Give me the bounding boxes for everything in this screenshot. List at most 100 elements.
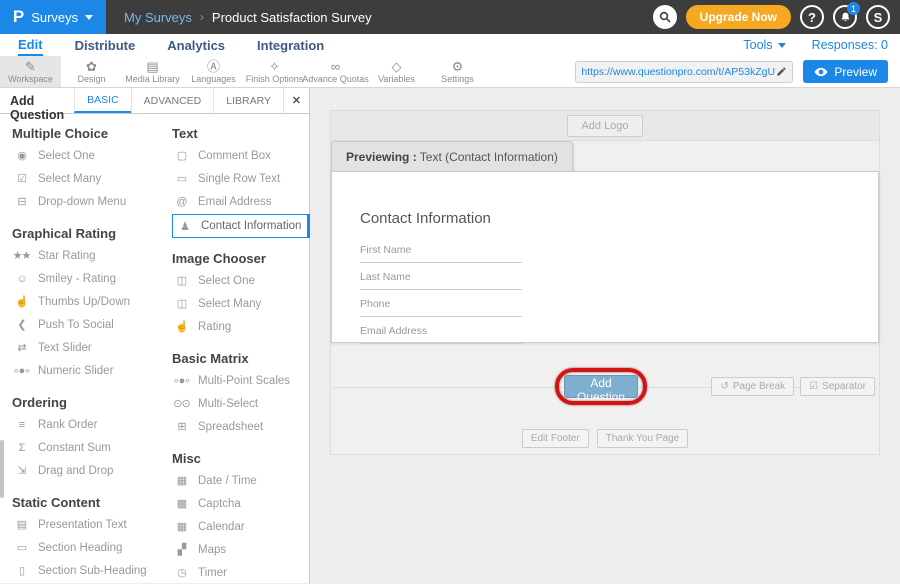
tab-basic[interactable]: BASIC [74, 88, 131, 113]
separator-button[interactable]: ☑ Separator [800, 377, 875, 396]
page-title: Product Satisfaction Survey [212, 10, 372, 25]
toolbar-advance-quotas[interactable]: ∞ Advance Quotas [305, 56, 366, 87]
question-type-email-address[interactable]: @ Email Address [172, 190, 310, 213]
account-button[interactable]: S [866, 5, 890, 29]
add-question-button[interactable]: Add Question [564, 375, 638, 398]
comment-box-icon: ▢ [172, 149, 191, 162]
previewing-tab: Previewing : Text (Contact Information) [331, 141, 573, 171]
question-type-single-row-text[interactable]: ▭ Single Row Text [172, 167, 310, 190]
thank-you-page-button[interactable]: Thank You Page [597, 429, 688, 448]
toolbar-variables[interactable]: ◇ Variables [366, 56, 427, 87]
chevron-down-icon [85, 15, 93, 20]
edit-toolbar: ✎ Workspace ✿ Design ▤ Media Library Ⓐ L… [0, 56, 900, 88]
tab-advanced[interactable]: ADVANCED [131, 88, 214, 113]
question-type-section-sub-heading[interactable]: ▯ Section Sub-Heading [12, 559, 160, 582]
question-type-numeric-slider[interactable]: ∘●∘ Numeric Slider [12, 359, 160, 382]
last-name-field[interactable]: Last Name [360, 267, 522, 290]
question-type-thumbs-up-down[interactable]: ☝ Thumbs Up/Down [12, 290, 160, 313]
question-type-contact-information[interactable]: ♟ Contact Information + [172, 214, 308, 238]
question-preview-card: Contact Information First Name Last Name… [331, 171, 879, 343]
app-menu[interactable]: P Surveys [0, 0, 106, 34]
question-type-text-slider[interactable]: ⇄ Text Slider [12, 336, 160, 359]
tab-analytics[interactable]: Analytics [167, 36, 225, 55]
wand-icon: ✧ [269, 60, 280, 73]
captcha-icon: ▩ [172, 497, 191, 510]
question-type-timer[interactable]: ◷ Timer [172, 561, 310, 584]
section-text: Text ▢ Comment Box ▭ Single Row Text @ E… [172, 126, 310, 238]
toolbar-languages[interactable]: Ⓐ Languages [183, 56, 244, 87]
chain-links-icon: ∞ [331, 60, 340, 73]
ordered-list-icon: ≡ [12, 419, 31, 431]
tab-integration[interactable]: Integration [257, 36, 324, 55]
question-type-date-time[interactable]: ▦ Date / Time [172, 469, 310, 492]
phone-field[interactable]: Phone [360, 294, 522, 317]
toolbar-media-library[interactable]: ▤ Media Library [122, 56, 183, 87]
question-type-calendar[interactable]: ▦ Calendar [172, 515, 310, 538]
separator-icon: ☑ [809, 381, 818, 392]
survey-nav: Edit Distribute Analytics Integration To… [0, 34, 900, 56]
upgrade-now-button[interactable]: Upgrade Now [686, 5, 791, 29]
question-type-select-many[interactable]: ☑ Select Many [12, 167, 160, 190]
section-image-chooser: Image Chooser ◫ Select One ◫ Select Many… [172, 251, 310, 338]
search-icon [659, 11, 671, 23]
question-type-dropdown-menu[interactable]: ⊟ Drop-down Menu [12, 190, 160, 213]
tools-dropdown[interactable]: Tools [743, 38, 785, 52]
section-graphical-rating: Graphical Rating ★★ Star Rating ☺ Smiley… [12, 226, 160, 382]
pencil-icon[interactable] [776, 66, 787, 77]
edit-footer-button[interactable]: Edit Footer [522, 429, 589, 448]
question-type-captcha[interactable]: ▩ Captcha [172, 492, 310, 515]
section-basic-matrix: Basic Matrix ∘●∘ Multi-Point Scales ⊙⊙ M… [172, 351, 310, 438]
responses-count[interactable]: Responses: 0 [812, 38, 888, 52]
question-type-multi-select[interactable]: ⊙⊙ Multi-Select [172, 392, 310, 415]
topbar: P Surveys My Surveys › Product Satisfact… [0, 0, 900, 34]
preview-button[interactable]: Preview [803, 60, 888, 83]
at-sign-icon: @ [172, 196, 191, 208]
first-name-field[interactable]: First Name [360, 240, 522, 263]
smiley-icon: ☺ [12, 273, 31, 285]
question-type-smiley-rating[interactable]: ☺ Smiley - Rating [12, 267, 160, 290]
subheading-icon: ▯ [12, 564, 31, 577]
survey-url-field[interactable] [575, 61, 793, 83]
question-type-image-rating[interactable]: ☝ Rating [172, 315, 310, 338]
panel-scrollbar[interactable] [0, 440, 4, 498]
toolbar-workspace[interactable]: ✎ Workspace [0, 56, 61, 87]
toolbar-design[interactable]: ✿ Design [61, 56, 122, 87]
text-block-icon: ▤ [12, 518, 31, 531]
question-type-star-rating[interactable]: ★★ Star Rating [12, 244, 160, 267]
workspace-icon: ✎ [25, 60, 36, 73]
question-type-multi-point-scales[interactable]: ∘●∘ Multi-Point Scales [172, 369, 310, 392]
question-type-comment-box[interactable]: ▢ Comment Box [172, 144, 310, 167]
toolbar-finish-options[interactable]: ✧ Finish Options [244, 56, 305, 87]
question-type-spreadsheet[interactable]: ⊞ Spreadsheet [172, 415, 310, 438]
tab-library[interactable]: LIBRARY [213, 88, 283, 113]
question-type-drag-and-drop[interactable]: ⇲ Drag and Drop [12, 459, 160, 482]
tab-distribute[interactable]: Distribute [75, 36, 136, 55]
question-type-select-one[interactable]: ◉ Select One [12, 144, 160, 167]
notifications-button[interactable]: 1 [833, 5, 857, 29]
survey-url-input[interactable] [581, 66, 776, 78]
scale-dots-icon: ∘●∘ [172, 374, 191, 387]
question-type-maps[interactable]: ▞ Maps [172, 538, 310, 561]
question-type-image-select-one[interactable]: ◫ Select One [172, 269, 310, 292]
breadcrumb-my-surveys[interactable]: My Surveys [124, 10, 192, 25]
tag-icon: ◇ [392, 60, 402, 73]
logo-band: Add Logo [331, 111, 879, 141]
question-type-push-to-social[interactable]: ❮ Push To Social [12, 313, 160, 336]
question-type-section-heading[interactable]: ▭ Section Heading [12, 536, 160, 559]
question-mark-icon: ? [808, 10, 816, 25]
multi-select-icon: ⊙⊙ [172, 397, 191, 410]
question-type-rank-order[interactable]: ≡ Rank Order [12, 413, 160, 436]
question-type-image-select-many[interactable]: ◫ Select Many [172, 292, 310, 315]
section-multiple-choice: Multiple Choice ◉ Select One ☑ Select Ma… [12, 126, 160, 213]
add-logo-button[interactable]: Add Logo [567, 115, 642, 137]
search-button[interactable] [653, 5, 677, 29]
question-type-presentation-text[interactable]: ▤ Presentation Text [12, 513, 160, 536]
toolbar-settings[interactable]: ⚙ Settings [427, 56, 488, 87]
page-break-button[interactable]: ↺ Page Break [711, 377, 794, 396]
tab-edit[interactable]: Edit [18, 35, 43, 56]
question-type-constant-sum[interactable]: Σ Constant Sum [12, 436, 160, 459]
email-address-field[interactable]: Email Address [360, 321, 522, 344]
help-button[interactable]: ? [800, 5, 824, 29]
close-icon[interactable]: ✕ [283, 88, 309, 113]
thumbs-up-icon: ☝ [12, 295, 31, 308]
